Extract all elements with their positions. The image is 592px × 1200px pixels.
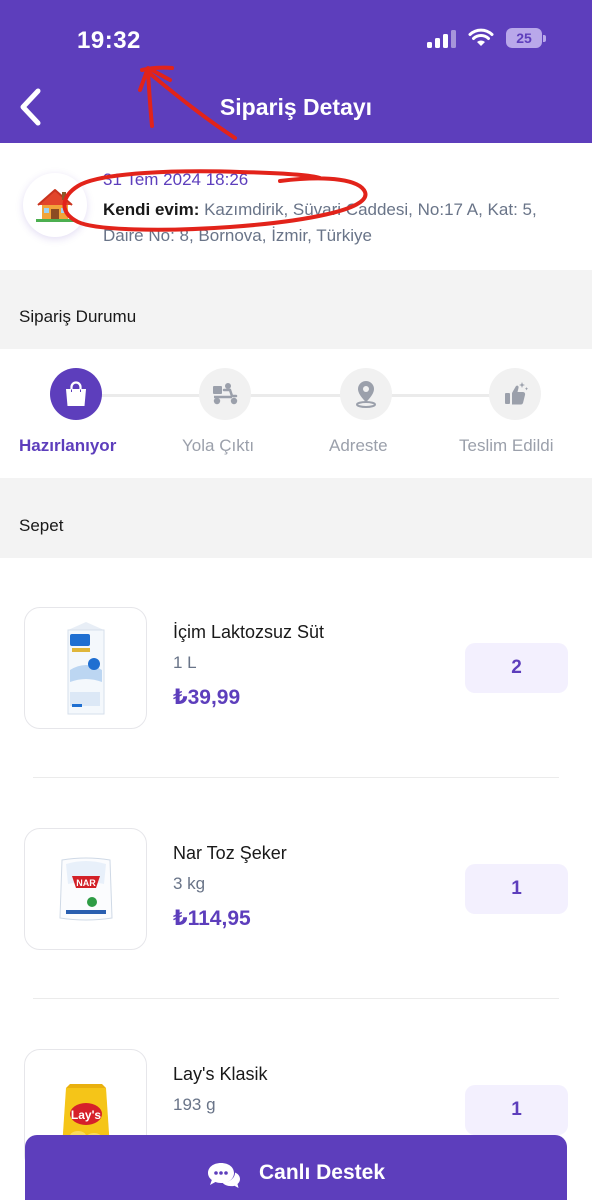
item-unit: 193 g	[173, 1095, 216, 1114]
milk-carton-image	[24, 607, 147, 729]
address-text: Kendi evim: Kazımdirik, Süvari Caddesi, …	[103, 197, 573, 249]
item-divider	[33, 777, 559, 778]
shopping-bag-icon	[50, 368, 102, 420]
house-icon	[23, 173, 87, 237]
cart-title: Sepet	[0, 478, 592, 558]
item-name: Lay's Klasik	[173, 1064, 268, 1084]
live-support-button[interactable]: Canlı Destek	[25, 1135, 567, 1200]
step-label-on-the-way: Yola Çıktı	[182, 436, 255, 455]
battery-indicator: 25	[506, 28, 546, 48]
delivery-address: 31 Tem 2024 18:26 Kendi evim: Kazımdirik…	[0, 143, 592, 270]
item-divider	[33, 998, 559, 999]
status-indicators: 25	[427, 28, 546, 48]
cart-item[interactable]: İçim Laktozsuz Süt 1 L ₺39,99 2	[0, 607, 592, 747]
signal-icon	[427, 28, 456, 48]
page-title: Sipariş Detayı	[219, 94, 373, 120]
order-status-stepper: Hazırlanıyor Yola Çıktı Adreste Teslim E…	[0, 349, 592, 478]
item-quantity[interactable]: 1	[465, 864, 568, 914]
order-status-title: Sipariş Durumu	[0, 270, 592, 349]
address-label: Kendi evim:	[103, 200, 200, 219]
stepper-line	[76, 394, 532, 397]
status-time: 19:32	[77, 27, 141, 54]
chat-bubbles-icon	[207, 1163, 240, 1188]
step-label-preparing: Hazırlanıyor	[19, 436, 117, 455]
item-quantity[interactable]: 2	[465, 643, 568, 693]
item-name: Nar Toz Şeker	[173, 843, 287, 863]
item-name: İçim Laktozsuz Süt	[173, 622, 325, 642]
item-quantity[interactable]: 1	[465, 1085, 568, 1135]
svg-text:Lay's: Lay's	[70, 1108, 101, 1122]
cart-item[interactable]: NAR Nar Toz Şeker 3 kg ₺114,95 1	[0, 828, 592, 968]
live-support-label: Canlı Destek	[258, 1161, 386, 1184]
item-price: ₺114,95	[173, 907, 251, 930]
courier-scooter-icon	[199, 368, 251, 420]
wifi-icon	[468, 28, 494, 46]
item-price: ₺39,99	[173, 686, 241, 709]
item-unit: 1 L	[173, 653, 197, 672]
location-pin-icon	[340, 368, 392, 420]
item-unit: 3 kg	[173, 874, 206, 893]
step-label-at-address: Adreste	[329, 436, 388, 455]
sugar-bag-image: NAR	[24, 828, 147, 950]
thumbs-up-icon	[489, 368, 541, 420]
step-label-delivered: Teslim Edildi	[459, 436, 554, 455]
order-date: 31 Tem 2024 18:26	[103, 170, 249, 189]
app-header: 19:32 25 Sipariş Detayı	[0, 0, 592, 143]
svg-text:NAR: NAR	[76, 878, 96, 888]
